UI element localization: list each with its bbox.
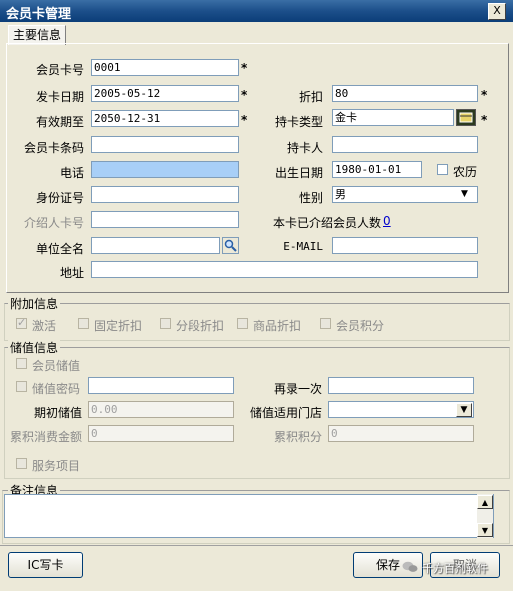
id-field[interactable] [91, 186, 239, 203]
close-button[interactable]: X [488, 3, 506, 20]
card-type-field[interactable]: 金卡 [332, 109, 454, 126]
lunar-label: 农历 [453, 165, 478, 179]
extra-info-title: 附加信息 [8, 295, 61, 312]
activate-checkbox[interactable] [16, 316, 27, 329]
member-points-label: 会员积分 [336, 319, 385, 333]
discount-field[interactable]: 80 [332, 85, 478, 102]
issue-date-field[interactable]: 2005-05-12 [91, 85, 239, 102]
required-mark: * [241, 113, 248, 127]
company-search-button[interactable] [222, 237, 239, 254]
company-field[interactable] [91, 237, 220, 254]
card-no-label: 会员卡号 [35, 63, 84, 77]
total-spent-field[interactable]: 0 [88, 425, 234, 442]
card-picker-icon [459, 112, 473, 123]
scroll-down-icon[interactable]: ▼ [477, 523, 493, 537]
address-label: 地址 [59, 266, 84, 280]
tab-main-info[interactable]: 主要信息 [8, 25, 66, 45]
email-field[interactable] [332, 237, 478, 254]
store-label: 储值适用门店 [249, 406, 322, 420]
referred-count-label: 本卡已介绍会员人数 [273, 216, 382, 230]
chevron-down-icon: ▼ [461, 189, 468, 199]
lunar-checkbox[interactable] [437, 164, 448, 175]
points-label: 累积积分 [273, 430, 322, 444]
chevron-down-icon[interactable]: ▼ [456, 403, 472, 417]
watermark-text: 千方百剂软件 [422, 562, 488, 575]
service-checkbox[interactable] [16, 458, 27, 469]
ic-write-card-button[interactable]: IC写卡 [8, 552, 83, 578]
gender-value: 男 [335, 188, 346, 201]
required-mark: * [481, 113, 488, 127]
phone-field[interactable] [91, 161, 239, 178]
search-icon [224, 239, 237, 252]
points-field[interactable]: 0 [328, 425, 474, 442]
gender-select[interactable]: 男 [332, 186, 478, 203]
holder-field[interactable] [332, 136, 478, 153]
gender-label: 性别 [298, 191, 323, 205]
total-spent-label: 累积消费金额 [9, 430, 82, 444]
password-field[interactable] [88, 377, 234, 394]
fixed-discount-checkbox[interactable] [78, 318, 89, 329]
scroll-up-icon[interactable]: ▲ [477, 495, 493, 509]
title-bar [0, 0, 513, 22]
card-type-label: 持卡类型 [274, 115, 323, 129]
product-discount-checkbox[interactable] [237, 318, 248, 329]
stored-value-title: 储值信息 [8, 339, 61, 356]
repeat-label: 再录一次 [273, 382, 322, 396]
password-label: 储值密码 [32, 382, 81, 396]
id-label: 身份证号 [35, 191, 84, 205]
initial-field[interactable]: 0.00 [88, 401, 234, 418]
activate-label: 激活 [32, 319, 57, 333]
referrer-field[interactable] [91, 211, 239, 228]
required-mark: * [481, 88, 488, 102]
required-mark: * [241, 88, 248, 102]
member-points-checkbox[interactable] [320, 318, 331, 329]
product-discount-label: 商品折扣 [253, 319, 302, 333]
holder-label: 持卡人 [286, 141, 323, 155]
company-label: 单位全名 [35, 242, 84, 256]
card-type-picker-button[interactable] [456, 109, 476, 126]
initial-label: 期初储值 [33, 406, 82, 420]
birth-field[interactable]: 1980-01-01 [332, 161, 422, 178]
stored-value-label: 会员储值 [32, 359, 81, 373]
valid-until-label: 有效期至 [35, 115, 84, 129]
fixed-discount-label: 固定折扣 [94, 319, 143, 333]
window-title: 会员卡管理 [6, 7, 72, 22]
birth-label: 出生日期 [274, 166, 323, 180]
service-label: 服务项目 [32, 459, 81, 473]
password-checkbox[interactable] [16, 381, 27, 392]
wechat-icon [402, 561, 418, 573]
barcode-label: 会员卡条码 [23, 141, 84, 155]
tiered-discount-label: 分段折扣 [176, 319, 225, 333]
referred-count-link[interactable]: 0 [383, 214, 391, 228]
tiered-discount-checkbox[interactable] [160, 318, 171, 329]
referrer-label: 介绍人卡号 [23, 216, 84, 230]
store-select[interactable] [328, 401, 474, 418]
divider [0, 545, 513, 546]
issue-date-label: 发卡日期 [35, 90, 84, 104]
valid-until-field[interactable]: 2050-12-31 [91, 110, 239, 127]
discount-label: 折扣 [298, 90, 323, 104]
email-label: E-MAIL [283, 240, 323, 253]
card-no-field[interactable]: 0001 [91, 59, 239, 76]
barcode-field[interactable] [91, 136, 239, 153]
address-field[interactable] [91, 261, 478, 278]
stored-value-checkbox[interactable] [16, 358, 27, 369]
required-mark: * [241, 61, 248, 75]
phone-label: 电话 [59, 166, 84, 180]
notes-textarea[interactable] [4, 494, 494, 538]
repeat-field[interactable] [328, 377, 474, 394]
